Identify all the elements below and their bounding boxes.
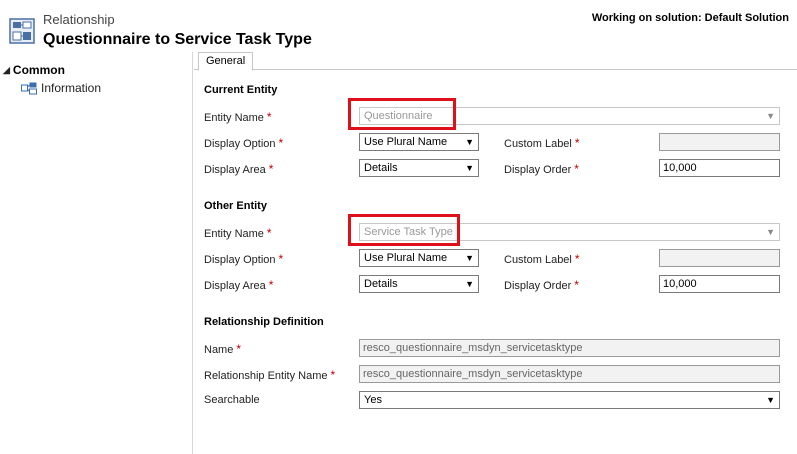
page-title: Questionnaire to Service Task Type — [43, 31, 312, 48]
highlight-box — [348, 214, 460, 246]
chevron-down-icon: ▼ — [465, 137, 474, 147]
current-display-area-select[interactable]: Details ▼ — [359, 159, 479, 177]
highlight-box — [348, 98, 456, 130]
nav-group-label: Common — [12, 63, 65, 77]
other-display-area-label: Display Area * — [204, 278, 274, 292]
current-display-order-input[interactable]: 10,000 — [659, 159, 780, 177]
current-display-area-label: Display Area * — [204, 162, 274, 176]
tab-general[interactable]: General — [198, 52, 254, 71]
chevron-down-icon: ▼ — [766, 395, 775, 405]
relationship-entity-name-input[interactable]: resco_questionnaire_msdyn_servicetasktyp… — [359, 365, 780, 383]
other-display-order-label: Display Order * — [504, 278, 579, 292]
name-input[interactable]: resco_questionnaire_msdyn_servicetasktyp… — [359, 339, 780, 357]
solution-indicator: Working on solution: Default Solution — [591, 12, 789, 24]
required-marker: * — [266, 110, 272, 124]
tab-strip: General — [194, 52, 797, 71]
other-custom-label-label: Custom Label * — [504, 252, 580, 266]
breadcrumb: Relationship — [43, 12, 115, 27]
searchable-select[interactable]: Yes ▼ — [359, 391, 780, 409]
sidebar: ◢ Common Information — [0, 52, 193, 454]
nav-group-common[interactable]: ◢ Common — [3, 63, 65, 77]
information-icon — [21, 82, 37, 94]
other-entity-name-label: Entity Name * — [204, 226, 272, 240]
section-title-current-entity: Current Entity — [204, 84, 278, 96]
section-title-other-entity: Other Entity — [204, 200, 267, 212]
chevron-down-icon: ▼ — [766, 227, 775, 237]
relationship-entity-icon — [9, 18, 35, 44]
sidebar-item-information[interactable]: Information — [21, 81, 101, 95]
chevron-down-icon: ▼ — [766, 111, 775, 121]
current-display-option-label: Display Option * — [204, 136, 284, 150]
searchable-label: Searchable — [204, 394, 260, 406]
sidebar-item-label: Information — [41, 81, 102, 95]
chevron-down-icon: ▼ — [465, 163, 474, 173]
collapse-triangle-icon[interactable]: ◢ — [3, 65, 10, 76]
chevron-down-icon: ▼ — [465, 253, 474, 263]
relationship-form: Current Entity Entity Name * Questionnair… — [194, 70, 797, 454]
chevron-down-icon: ▼ — [465, 279, 474, 289]
current-custom-label-label: Custom Label * — [504, 136, 580, 150]
current-display-order-label: Display Order * — [504, 162, 579, 176]
page-header: Relationship Questionnaire to Service Ta… — [0, 0, 797, 52]
current-custom-label-input[interactable] — [659, 133, 780, 151]
other-display-option-select[interactable]: Use Plural Name ▼ — [359, 249, 479, 267]
relationship-entity-name-label: Relationship Entity Name * — [204, 368, 336, 382]
other-custom-label-input[interactable] — [659, 249, 780, 267]
other-display-option-label: Display Option * — [204, 252, 284, 266]
other-display-order-input[interactable]: 10,000 — [659, 275, 780, 293]
current-display-option-select[interactable]: Use Plural Name ▼ — [359, 133, 479, 151]
other-display-area-select[interactable]: Details ▼ — [359, 275, 479, 293]
section-title-relationship-definition: Relationship Definition — [204, 316, 324, 328]
current-entity-name-label: Entity Name * — [204, 110, 272, 124]
name-label: Name * — [204, 342, 242, 356]
